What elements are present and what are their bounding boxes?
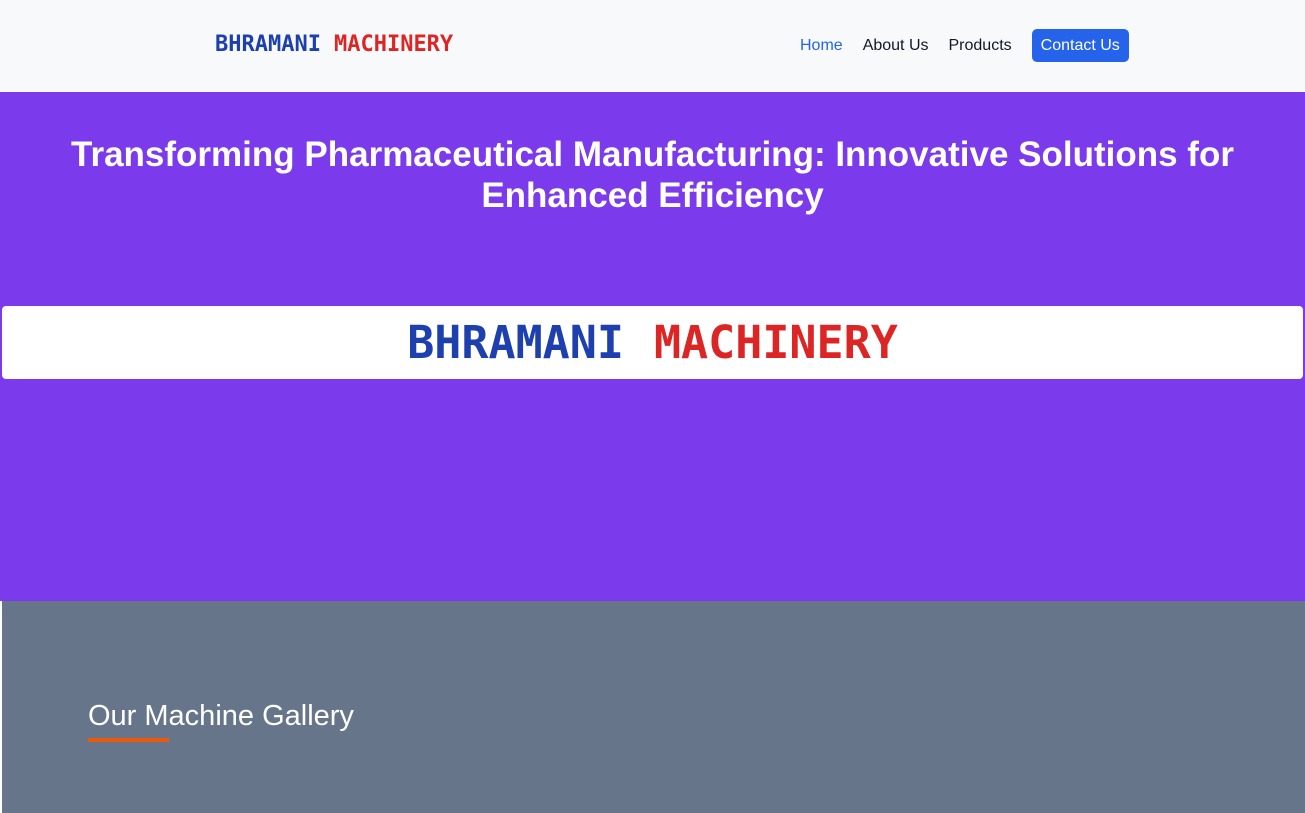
brand-name-part2: MACHINERY [333,32,454,57]
banner-name-part2: MACHINERY [653,316,898,369]
banner-name-part1: BHRAMANI [407,316,624,369]
brand-name-part1: BHRAMANI [215,32,321,57]
gallery-section: Our Machine Gallery [2,601,1305,813]
main-nav: Home About Us Products Contact Us [790,29,1129,62]
gallery-title-underline [88,738,169,742]
nav-link-home[interactable]: Home [790,29,853,62]
nav-link-about[interactable]: About Us [853,29,939,62]
contact-us-button[interactable]: Contact Us [1031,29,1129,62]
brand-banner: BHRAMANI MACHINERY [2,306,1303,379]
hero-section: Transforming Pharmaceutical Manufacturin… [0,92,1305,601]
banner-text: BHRAMANI MACHINERY [407,319,898,367]
brand-logo[interactable]: BHRAMANI MACHINERY [215,31,453,59]
page: BHRAMANI MACHINERY Home About Us Products… [0,0,1305,813]
site-header: BHRAMANI MACHINERY Home About Us Products… [0,0,1305,92]
hero-title: Transforming Pharmaceutical Manufacturin… [71,135,1234,215]
gallery-title: Our Machine Gallery [88,700,354,732]
nav-link-products[interactable]: Products [939,29,1022,62]
